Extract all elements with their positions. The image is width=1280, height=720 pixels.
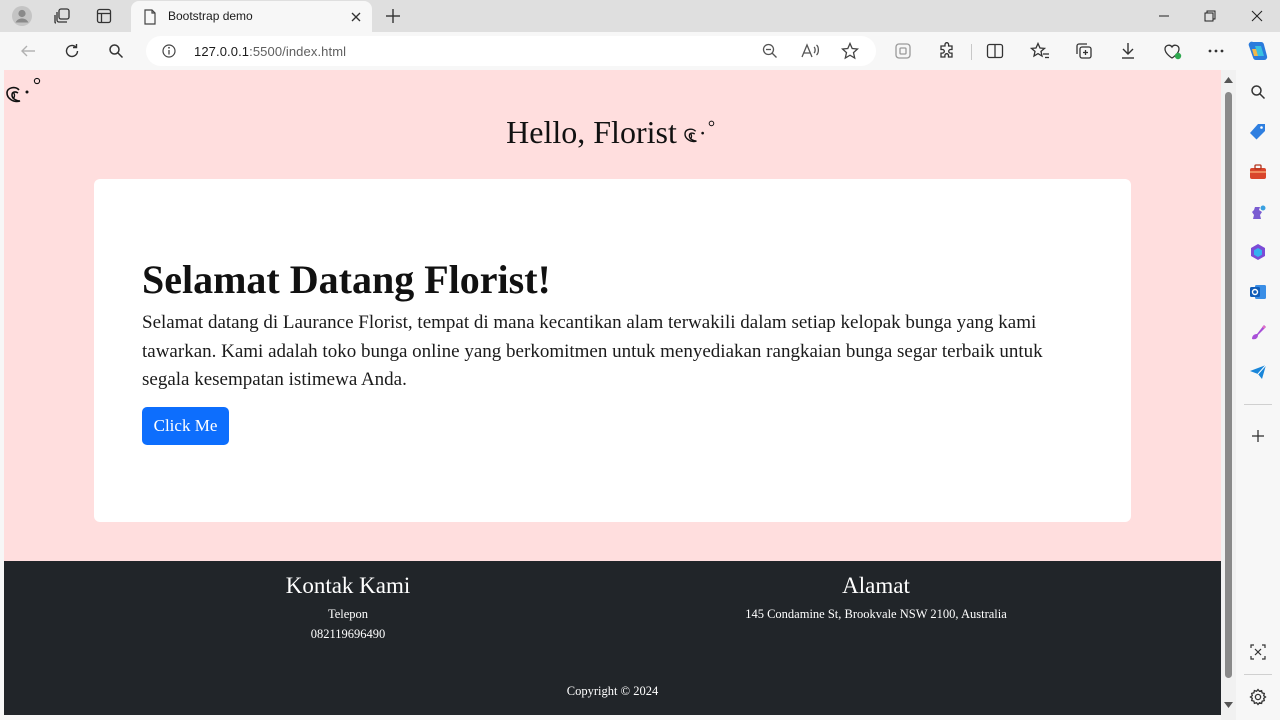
extensions-icon[interactable]	[933, 38, 961, 64]
url-path: :5500/index.html	[249, 44, 347, 59]
contact-title: Kontak Kami	[285, 573, 411, 598]
phone-label: Telepon	[327, 607, 369, 621]
url-text: 127.0.0.1:5500/index.html	[194, 44, 346, 59]
window-close-icon[interactable]	[1234, 0, 1280, 32]
edge-sidebar	[1236, 70, 1280, 720]
shopping-tag-icon[interactable]	[1246, 120, 1270, 144]
workspaces-icon[interactable]	[49, 4, 75, 28]
page-title: Hello, Florist	[4, 114, 1221, 151]
sidebar-divider	[1244, 674, 1272, 675]
page-title-text: Hello, Florist	[506, 114, 677, 150]
copyright: Copyright © 2024	[566, 684, 659, 698]
tab-title: Bootstrap demo	[168, 9, 253, 23]
app-icon[interactable]	[889, 38, 917, 64]
add-icon[interactable]	[1246, 424, 1270, 448]
settings-icon[interactable]	[1246, 685, 1270, 709]
copilot-icon[interactable]	[1244, 38, 1272, 64]
zoom-out-icon[interactable]	[758, 40, 782, 62]
outlook-icon[interactable]	[1246, 280, 1270, 304]
toolbar-divider	[971, 44, 972, 60]
url-host: 127.0.0.1	[194, 44, 250, 59]
designer-icon[interactable]	[1246, 320, 1270, 344]
back-icon[interactable]	[14, 38, 42, 64]
page-favicon	[144, 9, 156, 25]
scroll-down-icon[interactable]	[1224, 700, 1233, 709]
address-value: 145 Condamine St, Brookvale NSW 2100, Au…	[745, 607, 1007, 621]
welcome-card: Selamat Datang Florist! Selamat datang d…	[94, 179, 1131, 522]
contact-section: Kontak Kami Telepon 082119696490	[248, 573, 448, 644]
search-icon[interactable]	[102, 38, 130, 64]
minimize-icon[interactable]	[1141, 0, 1187, 32]
tab-bootstrap-demo[interactable]: Bootstrap demo	[131, 1, 372, 32]
scrollbar-thumb[interactable]	[1225, 92, 1232, 678]
footer: Kontak Kami Telepon 082119696490 Alamat …	[4, 561, 1221, 715]
favorites-icon[interactable]	[1026, 38, 1054, 64]
split-screen-icon[interactable]	[981, 38, 1009, 64]
tab-actions-icon[interactable]	[91, 4, 117, 28]
browser-essentials-icon[interactable]	[1158, 38, 1186, 64]
screenshot-icon[interactable]	[1246, 640, 1270, 664]
restore-icon[interactable]	[1187, 0, 1233, 32]
page-scrollbar[interactable]	[1221, 70, 1236, 720]
click-me-button[interactable]: Click Me	[142, 407, 229, 445]
flower-doodle-icon	[684, 120, 715, 143]
phone-number: 082119696490	[310, 626, 386, 641]
address-title: Alamat	[842, 573, 910, 598]
info-icon[interactable]	[162, 44, 176, 58]
address-section: Alamat 145 Condamine St, Brookvale NSW 2…	[676, 573, 1076, 625]
profile-icon[interactable]	[9, 4, 35, 28]
tools-briefcase-icon[interactable]	[1246, 160, 1270, 184]
send-icon[interactable]	[1246, 360, 1270, 384]
downloads-icon[interactable]	[1114, 38, 1142, 64]
browser-toolbar: 127.0.0.1:5500/index.html	[0, 32, 1280, 70]
refresh-icon[interactable]	[58, 38, 86, 64]
microsoft-365-icon[interactable]	[1246, 240, 1270, 264]
welcome-text: Selamat datang di Laurance Florist, temp…	[142, 312, 1043, 391]
games-icon[interactable]	[1246, 200, 1270, 224]
more-icon[interactable]	[1202, 38, 1230, 64]
tab-bar: Bootstrap demo	[0, 0, 1280, 32]
sidebar-divider	[1244, 404, 1272, 405]
new-tab-icon[interactable]	[381, 4, 405, 28]
scroll-up-icon[interactable]	[1224, 76, 1233, 85]
close-icon[interactable]	[347, 8, 365, 26]
favorite-star-icon[interactable]	[838, 40, 862, 62]
search-icon[interactable]	[1246, 80, 1270, 104]
read-aloud-icon[interactable]	[798, 40, 822, 62]
address-bar[interactable]: 127.0.0.1:5500/index.html	[146, 36, 876, 66]
welcome-heading: Selamat Datang Florist!	[142, 257, 551, 302]
flower-doodle-icon	[6, 77, 41, 103]
collections-icon[interactable]	[1070, 38, 1098, 64]
page-viewport: Hello, Florist Selamat Datang Florist! S…	[4, 70, 1221, 715]
